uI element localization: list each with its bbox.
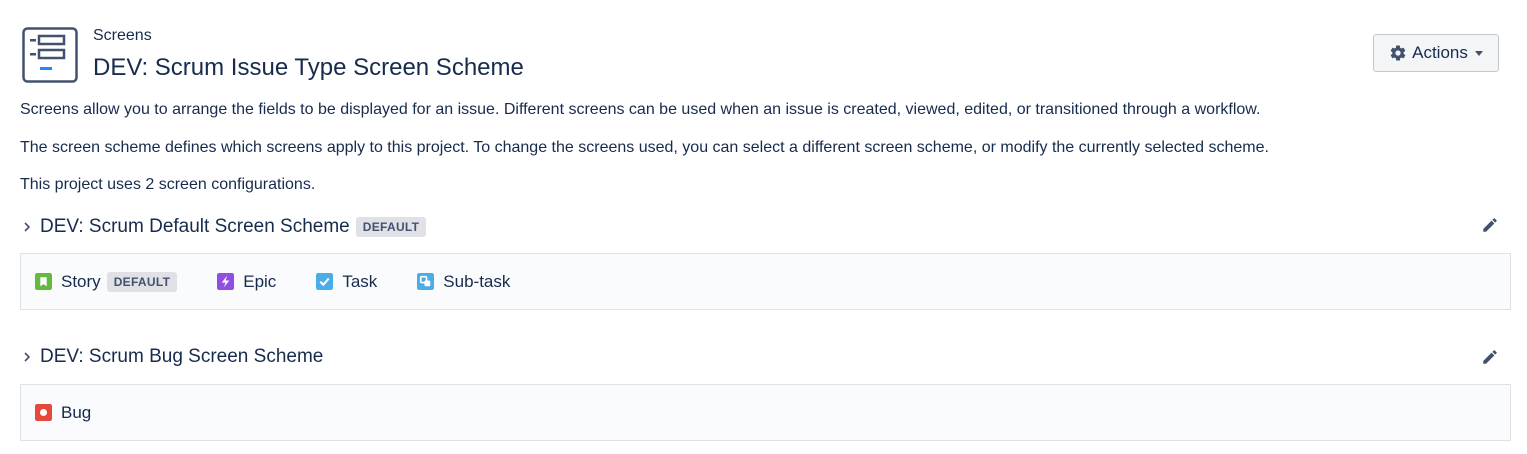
issue-type-subtask: Sub-task [417, 272, 510, 292]
breadcrumb[interactable]: Screens [93, 26, 152, 46]
default-badge: DEFAULT [355, 217, 427, 237]
scheme-header-default: DEV: Scrum Default Screen Scheme DEFAULT [20, 212, 1511, 242]
chevron-down-icon [1474, 50, 1483, 56]
scheme-header-bug: DEV: Scrum Bug Screen Scheme [20, 342, 1511, 372]
description-config-count: This project uses 2 screen configuration… [20, 176, 316, 193]
subtask-icon [417, 273, 435, 290]
epic-icon [217, 273, 235, 290]
issue-type-name: Sub-task [443, 271, 511, 291]
issue-type-epic: Epic [217, 272, 276, 292]
issue-type-bug: Bug [35, 403, 91, 423]
default-badge: DEFAULT [106, 271, 178, 292]
bug-icon [35, 404, 52, 421]
description-scheme: The screen scheme defines which screens … [20, 139, 1269, 156]
issue-type-name: Task [342, 271, 378, 291]
pencil-icon[interactable] [1481, 348, 1499, 366]
description-screens: Screens allow you to arrange the fields … [20, 101, 1261, 118]
issue-types-list: Bug [20, 384, 1511, 441]
chevron-right-icon[interactable] [20, 220, 34, 234]
gear-icon [1390, 45, 1406, 61]
page: Screens DEV: Scrum Issue Type Screen Sch… [0, 0, 1527, 454]
page-title: DEV: Scrum Issue Type Screen Scheme [93, 54, 524, 81]
task-icon [316, 273, 334, 290]
issue-type-name: Story [61, 271, 101, 291]
issue-type-story: Story DEFAULT [35, 271, 178, 292]
story-icon [35, 273, 52, 290]
chevron-right-icon[interactable] [20, 350, 34, 364]
issue-type-name: Bug [61, 402, 92, 422]
actions-button[interactable]: Actions [1373, 34, 1499, 72]
scheme-title[interactable]: DEV: Scrum Bug Screen Scheme [40, 346, 323, 368]
issue-types-list: Story DEFAULT Epic Task Sub-task [20, 253, 1511, 310]
issue-type-task: Task [316, 272, 377, 292]
issue-type-name: Epic [243, 271, 277, 291]
scheme-title[interactable]: DEV: Scrum Default Screen Scheme [40, 216, 350, 238]
actions-label: Actions [1412, 43, 1468, 62]
pencil-icon[interactable] [1481, 216, 1499, 234]
screens-icon [22, 27, 78, 83]
